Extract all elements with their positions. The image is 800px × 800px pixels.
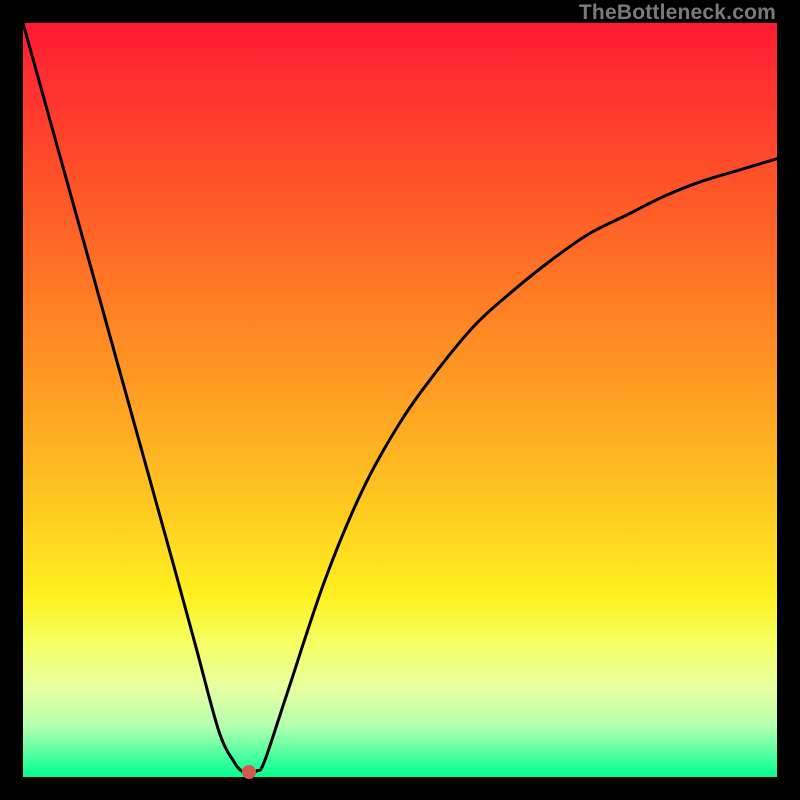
min-marker-dot xyxy=(242,765,256,779)
chart-frame: TheBottleneck.com xyxy=(0,0,800,800)
plot-area xyxy=(23,23,777,777)
watermark-text: TheBottleneck.com xyxy=(579,1,776,25)
curve-svg xyxy=(23,23,777,777)
bottleneck-curve xyxy=(23,23,777,773)
